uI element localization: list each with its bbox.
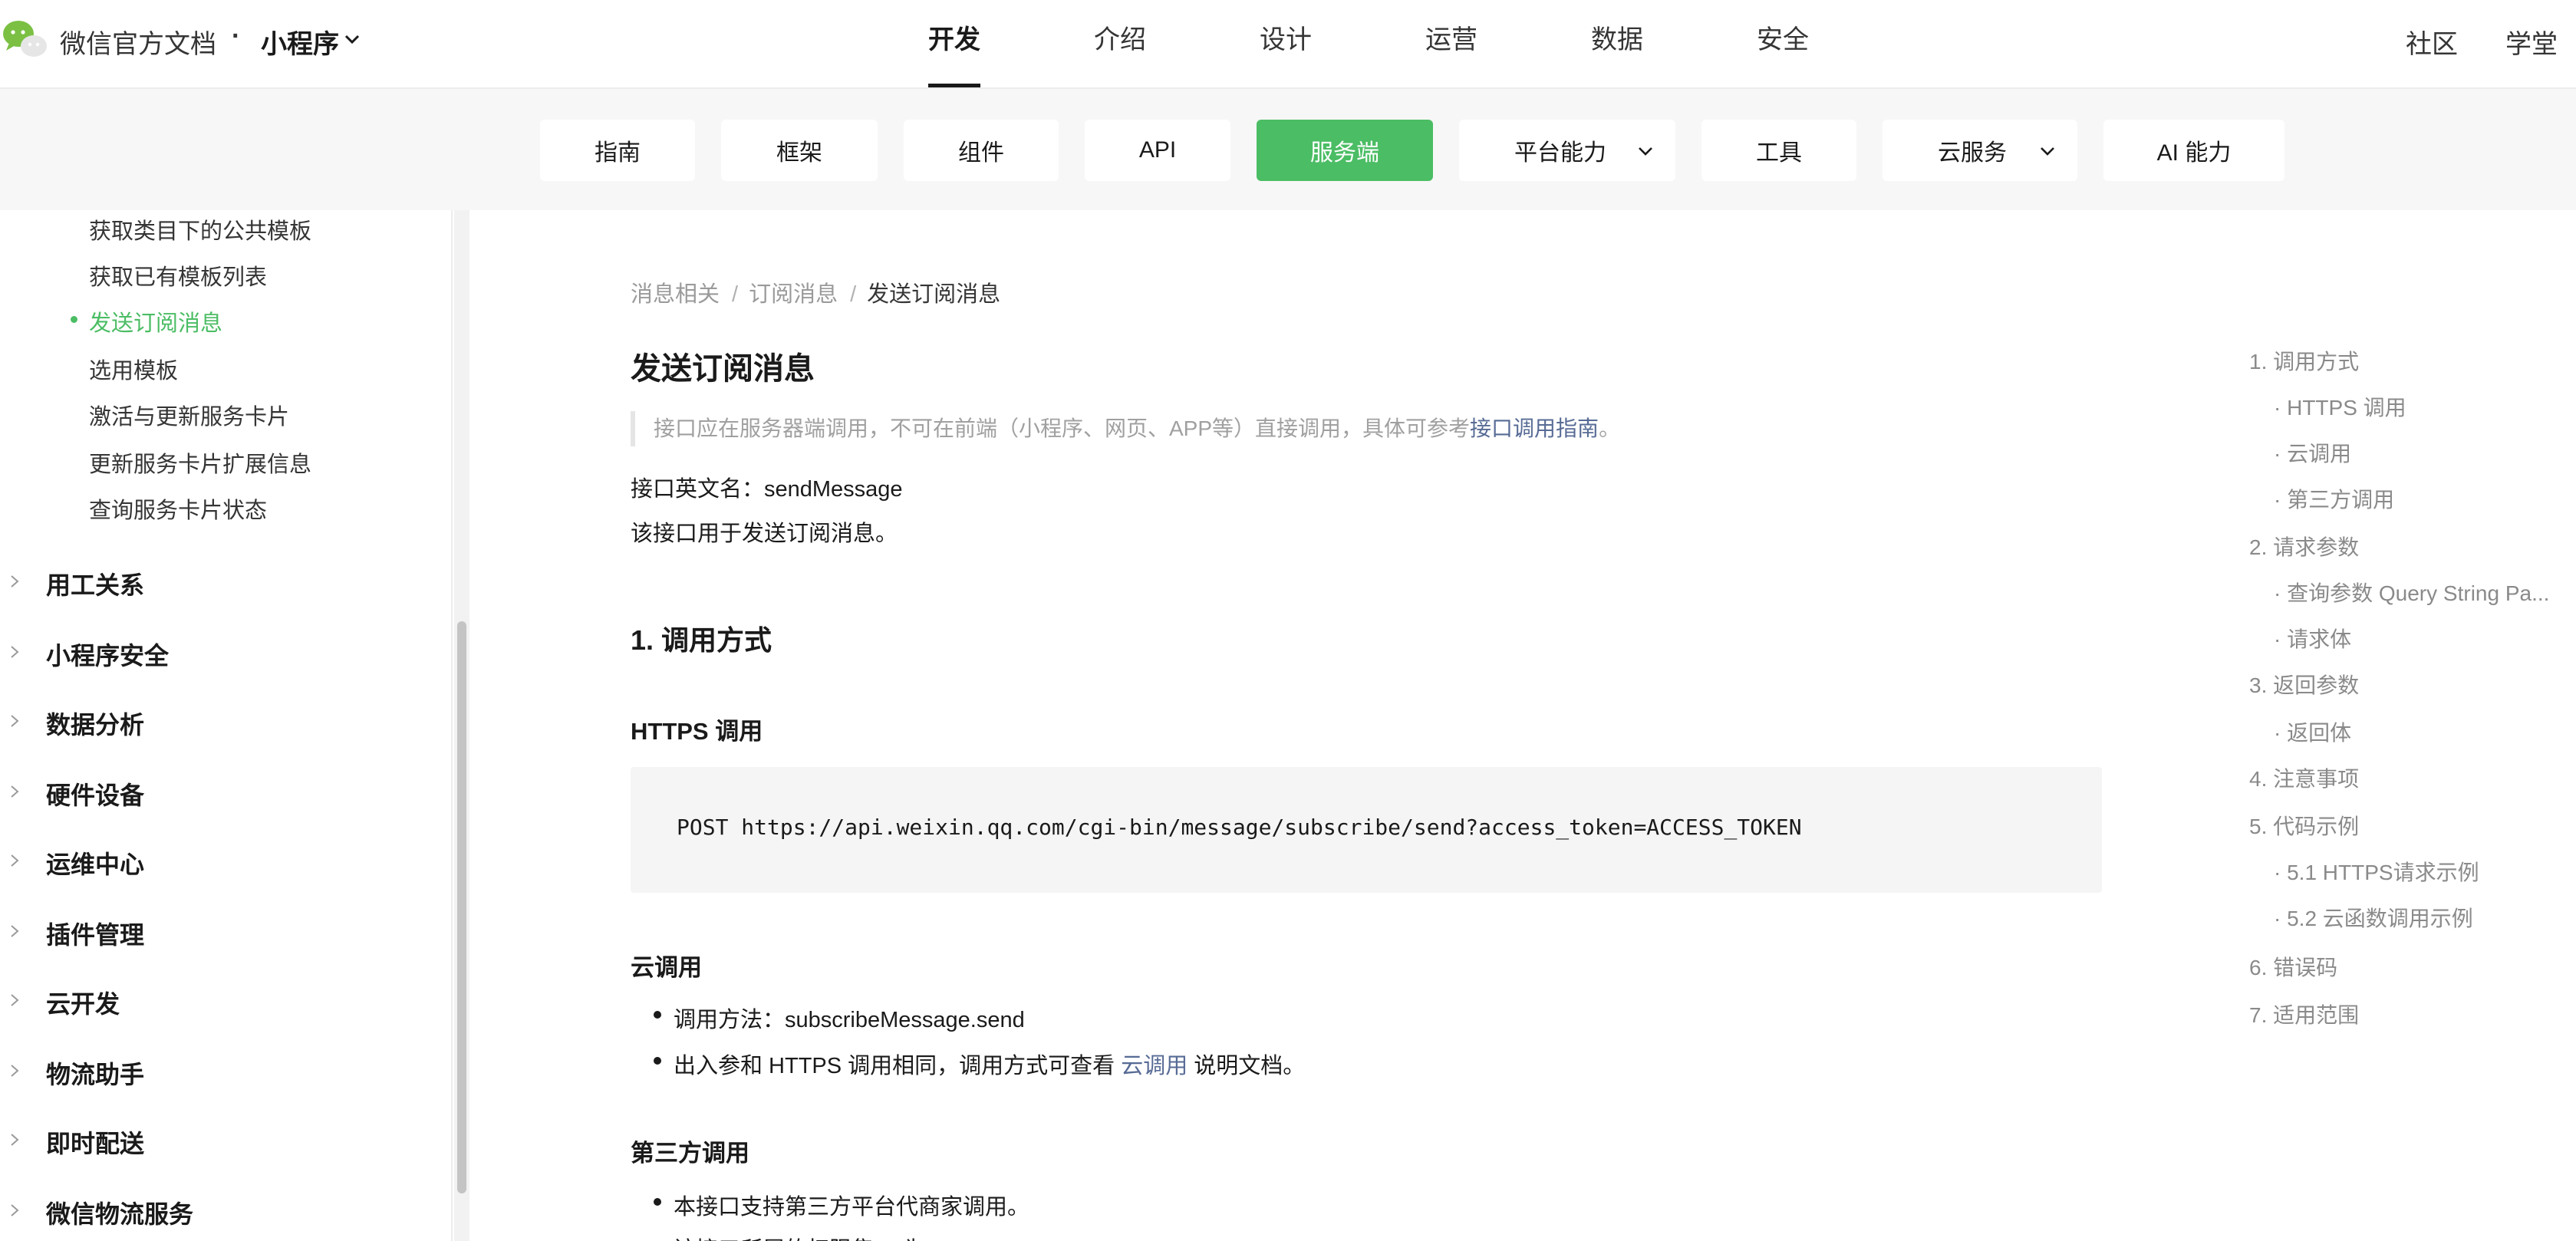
nav-tab-intro[interactable]: 介绍 xyxy=(1094,0,1146,89)
toc-item[interactable]: · 5.2 云函数调用示例 xyxy=(2274,902,2473,933)
chevron-right-icon xyxy=(11,646,19,658)
chevron-right-icon xyxy=(11,785,19,798)
community-link[interactable]: 社区 xyxy=(2406,23,2458,61)
chevron-right-icon xyxy=(11,715,19,727)
api-description: 该接口用于发送订阅消息。 xyxy=(631,522,898,546)
subtab-ai-capability[interactable]: AI 能力 xyxy=(2103,120,2284,181)
breadcrumb-separator: / xyxy=(732,282,739,307)
subtab-api[interactable]: API xyxy=(1085,120,1230,181)
bullet-icon xyxy=(654,1198,661,1206)
sidebar-category-instant-delivery[interactable]: 即时配送 xyxy=(0,1117,430,1163)
breadcrumb-current: 发送订阅消息 xyxy=(867,282,1001,307)
chevron-down-icon xyxy=(2041,147,2054,156)
toc-item[interactable]: 2. 请求参数 xyxy=(2249,531,2359,561)
subheading-cloud-call: 云调用 xyxy=(631,954,702,981)
sidebar-category-data-analysis[interactable]: 数据分析 xyxy=(0,698,430,744)
nav-tab-develop[interactable]: 开发 xyxy=(928,0,980,89)
toc-item[interactable]: · 5.1 HTTPS请求示例 xyxy=(2274,856,2479,887)
subtab-guide[interactable]: 指南 xyxy=(540,120,695,181)
list-item: 调用方法：subscribeMessage.send xyxy=(674,1008,1025,1032)
toc-item[interactable]: 3. 返回参数 xyxy=(2249,669,2359,700)
chevron-down-icon xyxy=(1639,147,1652,156)
nav-tab-operation[interactable]: 运营 xyxy=(1425,0,1477,89)
call-guide-link[interactable]: 接口调用指南 xyxy=(1470,416,1599,440)
sidebar: 获取类目下的公共模板 获取已有模板列表 发送订阅消息 选用模板 激活与更新服务卡… xyxy=(0,210,453,1241)
sidebar-category-ops-center[interactable]: 运维中心 xyxy=(0,838,430,884)
section-heading-call-method: 1. 调用方式 xyxy=(631,624,772,656)
sidebar-item-query-card-status[interactable]: 查询服务卡片状态 xyxy=(89,492,267,525)
chevron-right-icon xyxy=(11,1204,19,1216)
cloud-call-link[interactable]: 云调用 xyxy=(1121,1054,1188,1078)
breadcrumb: 消息相关 / 订阅消息 / 发送订阅消息 xyxy=(631,276,1000,308)
sidebar-item-send-subscribe-message[interactable]: 发送订阅消息 xyxy=(89,305,222,337)
subheading-https-call: HTTPS 调用 xyxy=(631,718,763,745)
breadcrumb-item[interactable]: 消息相关 xyxy=(631,282,720,307)
breadcrumb-item[interactable]: 订阅消息 xyxy=(749,282,838,307)
notice-quote: 接口应在服务器端调用，不可在前端（小程序、网页、APP等）直接调用，具体可参考接… xyxy=(631,411,2103,446)
toc-item[interactable]: 1. 调用方式 xyxy=(2249,345,2359,376)
toc-item[interactable]: 4. 注意事项 xyxy=(2249,762,2359,793)
brand-separator: · xyxy=(232,21,241,51)
subtab-framework[interactable]: 框架 xyxy=(721,120,878,181)
sidebar-item-template-list[interactable]: 获取已有模板列表 xyxy=(89,259,267,291)
page-title: 发送订阅消息 xyxy=(631,352,815,386)
subheading-third-party-call: 第三方调用 xyxy=(631,1140,749,1167)
toc-item[interactable]: · 第三方调用 xyxy=(2274,483,2394,514)
toc-item[interactable]: 5. 代码示例 xyxy=(2249,810,2359,841)
nav-tab-design[interactable]: 设计 xyxy=(1260,0,1312,89)
subtab-server[interactable]: 服务端 xyxy=(1257,120,1433,181)
list-item: 本接口支持第三方平台代商家调用。 xyxy=(674,1195,1030,1220)
toc-item[interactable]: · HTTPS 调用 xyxy=(2274,391,2406,422)
chevron-right-icon xyxy=(11,854,19,867)
chevron-right-icon xyxy=(11,1065,19,1077)
sidebar-item-select-template[interactable]: 选用模板 xyxy=(89,353,178,385)
notice-text: 接口应在服务器端调用，不可在前端（小程序、网页、APP等）直接调用，具体可参考 xyxy=(654,416,1471,440)
toc-item[interactable]: 6. 错误码 xyxy=(2249,951,2337,982)
toc-item[interactable]: · 返回体 xyxy=(2274,716,2351,747)
nav-tab-data[interactable]: 数据 xyxy=(1591,0,1643,89)
breadcrumb-separator: / xyxy=(850,282,857,307)
wechat-logo-icon[interactable] xyxy=(2,17,49,60)
toc-item[interactable]: 7. 适用范围 xyxy=(2249,999,2359,1029)
sidebar-item-update-card-extension[interactable]: 更新服务卡片扩展信息 xyxy=(89,446,311,479)
chevron-right-icon xyxy=(11,575,19,588)
sub-navigation: 指南 框架 组件 API 服务端 平台能力 工具 云服务 AI 能力 xyxy=(0,89,2576,210)
chevron-right-icon xyxy=(11,1134,19,1146)
sidebar-item-activate-service-card[interactable]: 激活与更新服务卡片 xyxy=(89,399,289,431)
sidebar-scrollbar-thumb[interactable] xyxy=(457,621,466,1193)
subtab-tools[interactable]: 工具 xyxy=(1701,120,1856,181)
toc-item[interactable]: · 云调用 xyxy=(2274,437,2351,468)
sidebar-category-wechat-logistics[interactable]: 微信物流服务 xyxy=(0,1187,430,1233)
sidebar-category-hardware[interactable]: 硬件设备 xyxy=(0,769,430,815)
top-header: 微信官方文档 · 小程序 开发 介绍 设计 运营 数据 安全 社区 学堂 xyxy=(0,0,2576,89)
toc-item[interactable]: · 请求体 xyxy=(2274,623,2351,653)
chevron-right-icon xyxy=(11,925,19,937)
sidebar-category-logistics-assistant[interactable]: 物流助手 xyxy=(0,1048,430,1094)
active-dot-icon xyxy=(71,316,77,323)
sidebar-item-public-templates[interactable]: 获取类目下的公共模板 xyxy=(89,213,311,245)
chevron-down-icon[interactable] xyxy=(342,29,362,49)
list-item: 出入参和 HTTPS 调用相同，调用方式可查看 云调用 说明文档。 xyxy=(674,1054,1306,1078)
api-english-name: 接口英文名：sendMessage xyxy=(631,477,903,502)
product-switcher[interactable]: 小程序 xyxy=(261,23,339,61)
chevron-right-icon xyxy=(11,994,19,1006)
notice-end: 。 xyxy=(1599,416,1621,440)
sidebar-category-employment[interactable]: 用工关系 xyxy=(0,558,430,604)
sidebar-category-cloud-dev[interactable]: 云开发 xyxy=(0,977,430,1023)
sidebar-category-security[interactable]: 小程序安全 xyxy=(0,629,430,675)
bullet-icon xyxy=(654,1057,661,1065)
subtab-platform-capability[interactable]: 平台能力 xyxy=(1459,120,1675,181)
sidebar-category-plugin-management[interactable]: 插件管理 xyxy=(0,908,430,954)
toc-item[interactable]: · 查询参数 Query String Pa... xyxy=(2274,577,2549,607)
nav-tab-security[interactable]: 安全 xyxy=(1757,0,1809,89)
code-block: POST https://api.weixin.qq.com/cgi-bin/m… xyxy=(631,767,2102,893)
bullet-icon xyxy=(654,1011,661,1019)
list-item: 该接口所属的权限集 id 为：18 xyxy=(674,1232,973,1241)
academy-link[interactable]: 学堂 xyxy=(2505,23,2558,61)
subtab-components[interactable]: 组件 xyxy=(904,120,1059,181)
brand-title[interactable]: 微信官方文档 xyxy=(60,23,216,61)
https-request-code: POST https://api.weixin.qq.com/cgi-bin/m… xyxy=(677,815,1802,840)
subtab-cloud-service[interactable]: 云服务 xyxy=(1883,120,2077,181)
